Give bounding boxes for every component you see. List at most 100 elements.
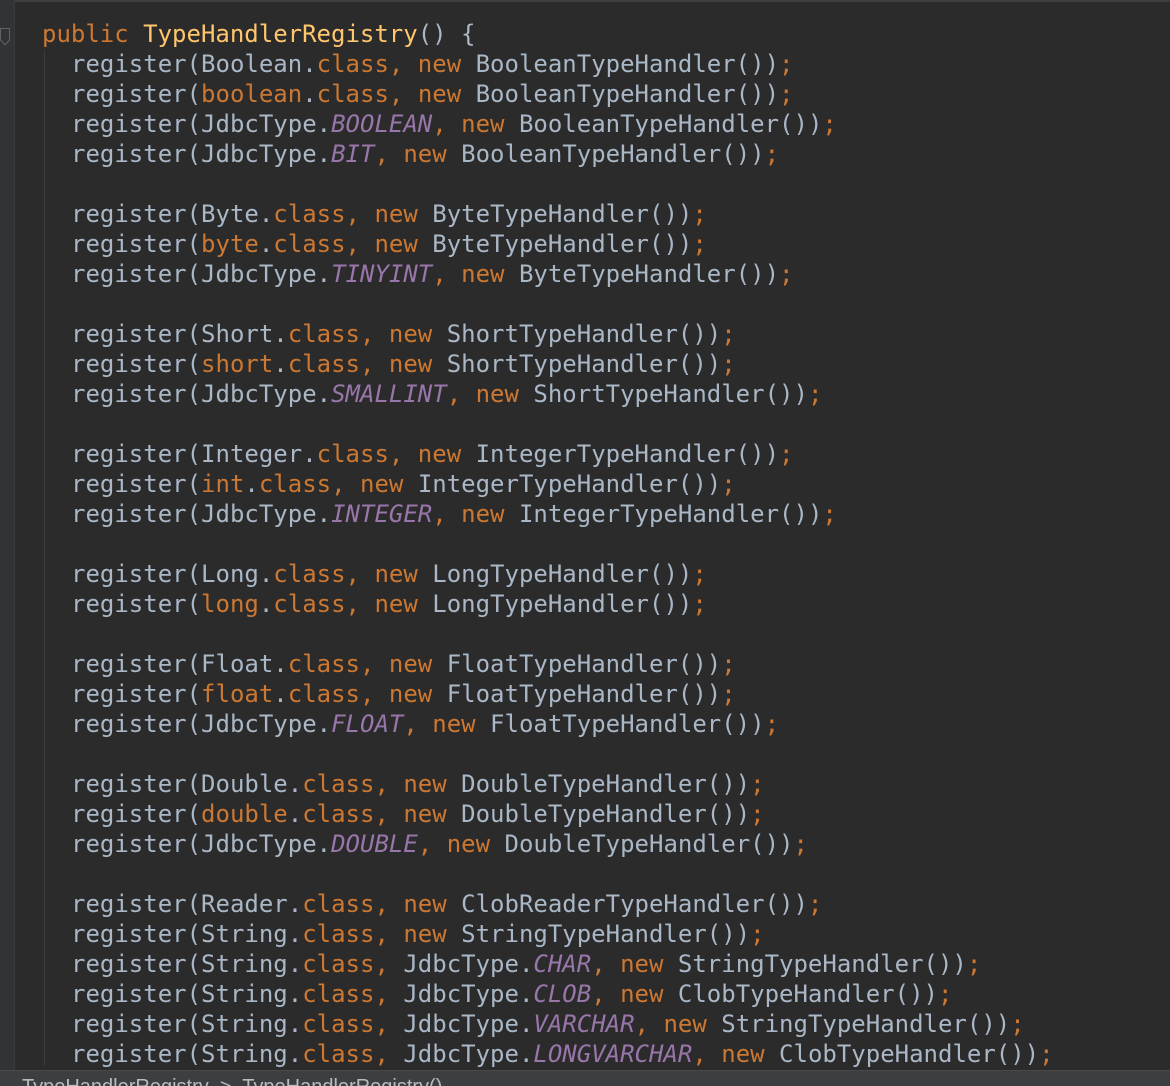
code-line[interactable]: register(long.class, new LongTypeHandler… [0, 589, 1170, 619]
code-constant: BOOLEAN [331, 110, 433, 138]
code-constant: CHAR [533, 950, 592, 978]
code-text: ByteTypeHandler()) [432, 230, 693, 258]
code-keyword: new [388, 680, 447, 708]
code-keyword: new [432, 710, 491, 738]
code-line[interactable]: register(JdbcType.DOUBLE, new DoubleType… [0, 829, 1170, 859]
code-text: IntegerTypeHandler()) [475, 440, 780, 468]
code-text: ClobReaderTypeHandler()) [461, 890, 808, 918]
code-keyword: new [620, 980, 678, 1008]
code-line[interactable]: register(JdbcType.BIT, new BooleanTypeHa… [0, 139, 1170, 169]
code-text: IntegerTypeHandler()) [417, 470, 722, 498]
code-line[interactable]: register(float.class, new FloatTypeHandl… [0, 679, 1170, 709]
code-keyword: ; [937, 980, 953, 1008]
breadcrumb[interactable]: TypeHandlerRegistry > TypeHandlerRegistr… [22, 1077, 442, 1086]
code-keyword: , [374, 950, 404, 978]
code-text: register( [71, 470, 202, 498]
code-text: register(JdbcType. [71, 260, 332, 288]
code-line[interactable]: register(Long.class, new LongTypeHandler… [0, 559, 1170, 589]
code-text: . [287, 800, 303, 828]
code-text: . [273, 350, 288, 378]
code-line[interactable]: register(String.class, JdbcType.VARCHAR,… [0, 1009, 1170, 1039]
code-keyword: ; [807, 890, 823, 918]
code-keyword: ; [692, 590, 707, 618]
code-keyword: class [302, 1010, 375, 1038]
code-keyword: , [360, 320, 389, 348]
code-keyword: new [721, 1040, 780, 1068]
code-line[interactable]: register(JdbcType.FLOAT, new FloatTypeHa… [0, 709, 1170, 739]
code-keyword: new [461, 110, 519, 138]
code-keyword: class [287, 350, 360, 378]
code-text: ClobTypeHandler()) [677, 980, 938, 1008]
code-keyword: ; [966, 950, 982, 978]
code-keyword: new [403, 890, 462, 918]
code-area[interactable]: public TypeHandlerRegistry() { register(… [0, 19, 1170, 1069]
code-keyword: class [273, 560, 346, 588]
code-line[interactable]: register(JdbcType.BOOLEAN, new BooleanTy… [0, 109, 1170, 139]
code-text: ByteTypeHandler()) [432, 200, 693, 228]
code-text: DoubleTypeHandler()) [461, 800, 751, 828]
code-line[interactable]: register(Double.class, new DoubleTypeHan… [0, 769, 1170, 799]
code-keyword: new [403, 920, 462, 948]
code-keyword: ; [764, 140, 780, 168]
code-line[interactable]: register(Byte.class, new ByteTypeHandler… [0, 199, 1170, 229]
code-line[interactable]: register(String.class, new StringTypeHan… [0, 919, 1170, 949]
code-keyword: ; [750, 920, 765, 948]
code-line-method-declaration[interactable]: public TypeHandlerRegistry() { [0, 19, 1170, 49]
code-keyword: ; [1010, 1010, 1025, 1038]
code-line[interactable]: register(Reader.class, new ClobReaderTyp… [0, 889, 1170, 919]
code-line[interactable]: register(JdbcType.INTEGER, new IntegerTy… [0, 499, 1170, 529]
code-line-blank[interactable] [0, 859, 1170, 889]
code-keyword: ; [692, 230, 707, 258]
code-keyword: class [302, 770, 375, 798]
code-line-blank[interactable] [0, 169, 1170, 199]
code-text: JdbcType. [403, 980, 534, 1008]
code-keyword: ; [750, 800, 765, 828]
code-keyword: , [374, 770, 404, 798]
code-line[interactable]: register(double.class, new DoubleTypeHan… [0, 799, 1170, 829]
code-text: register(Float. [71, 650, 288, 678]
code-line-blank[interactable] [0, 529, 1170, 559]
code-line[interactable]: register(short.class, new ShortTypeHandl… [0, 349, 1170, 379]
code-keyword: class [302, 920, 375, 948]
code-line-blank[interactable] [0, 619, 1170, 649]
code-text: FloatTypeHandler()) [446, 650, 722, 678]
code-line[interactable]: register(boolean.class, new BooleanTypeH… [0, 79, 1170, 109]
code-line[interactable]: register(String.class, JdbcType.CLOB, ne… [0, 979, 1170, 1009]
code-line[interactable]: register(JdbcType.TINYINT, new ByteTypeH… [0, 259, 1170, 289]
code-text: register(JdbcType. [71, 110, 332, 138]
code-keyword: int [201, 470, 245, 498]
code-line[interactable]: register(Integer.class, new IntegerTypeH… [0, 439, 1170, 469]
code-line[interactable]: register(String.class, JdbcType.LONGVARC… [0, 1039, 1170, 1069]
code-line-blank[interactable] [0, 739, 1170, 769]
code-text: () { [417, 20, 476, 48]
code-keyword: , [374, 890, 404, 918]
code-constant: TINYINT [331, 260, 433, 288]
code-text: StringTypeHandler()) [721, 1010, 1011, 1038]
code-line[interactable]: register(byte.class, new ByteTypeHandler… [0, 229, 1170, 259]
code-keyword: new [461, 260, 519, 288]
code-keyword: short [201, 350, 274, 378]
code-keyword: double [201, 800, 288, 828]
code-text: register(String. [71, 950, 303, 978]
code-text: . [258, 590, 274, 618]
code-keyword: new [388, 320, 447, 348]
code-keyword: , [417, 830, 447, 858]
code-line[interactable]: register(Float.class, new FloatTypeHandl… [0, 649, 1170, 679]
code-line-blank[interactable] [0, 289, 1170, 319]
code-constant: CLOB [533, 980, 592, 1008]
code-text: register(Byte. [71, 200, 274, 228]
code-line[interactable]: register(Short.class, new ShortTypeHandl… [0, 319, 1170, 349]
code-keyword: , [432, 110, 462, 138]
code-line-blank[interactable] [0, 409, 1170, 439]
code-text: register(Long. [71, 560, 274, 588]
code-editor[interactable]: public TypeHandlerRegistry() { register(… [0, 0, 1170, 1086]
code-text: register(JdbcType. [71, 710, 332, 738]
code-line[interactable]: register(int.class, new IntegerTypeHandl… [0, 469, 1170, 499]
code-keyword: new [461, 500, 519, 528]
code-keyword: new [417, 80, 476, 108]
code-keyword: ; [721, 680, 736, 708]
code-line[interactable]: register(JdbcType.SMALLINT, new ShortTyp… [0, 379, 1170, 409]
code-line[interactable]: register(String.class, JdbcType.CHAR, ne… [0, 949, 1170, 979]
code-line[interactable]: register(Boolean.class, new BooleanTypeH… [0, 49, 1170, 79]
code-keyword: class [316, 50, 389, 78]
